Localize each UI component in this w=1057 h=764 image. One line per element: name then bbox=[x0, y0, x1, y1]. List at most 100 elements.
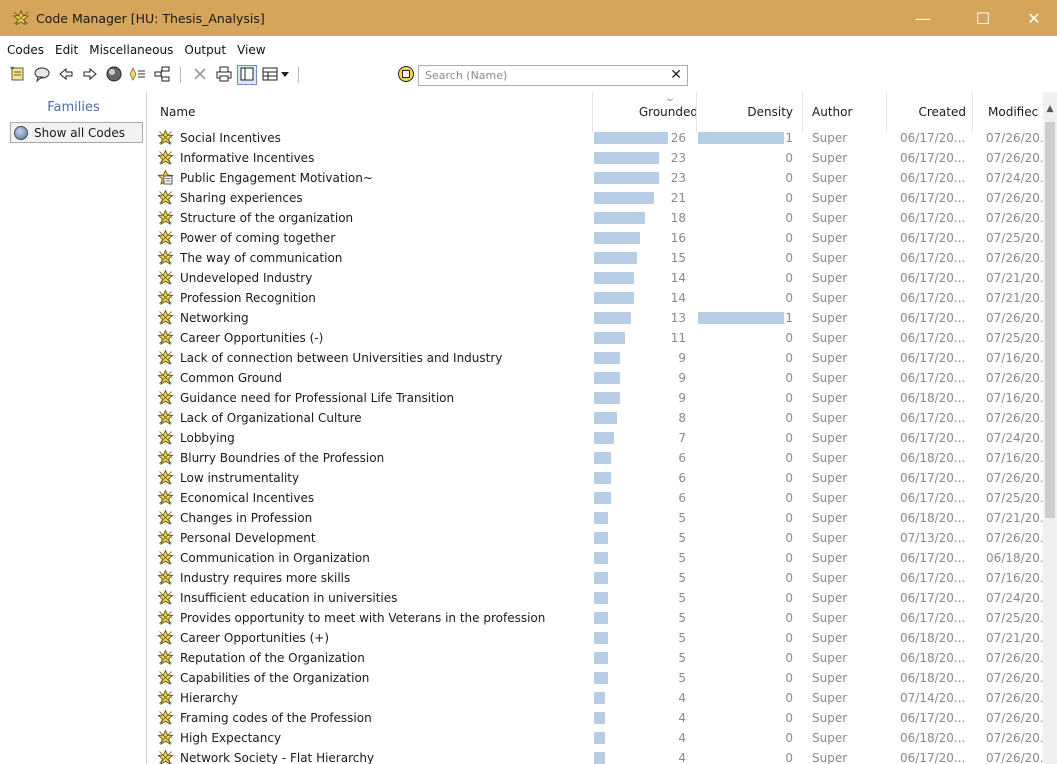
table-row[interactable]: Changes in Profession 5 0 Super 06/18/20... 0… bbox=[148, 508, 1051, 528]
view-dropdown-button[interactable] bbox=[278, 65, 292, 85]
column-header-name[interactable]: Name bbox=[160, 92, 195, 132]
filter-icon bbox=[129, 65, 147, 86]
new-code-button[interactable]: * bbox=[8, 65, 28, 85]
grounded-bar bbox=[594, 692, 605, 704]
table-view-button[interactable] bbox=[260, 65, 280, 85]
grounded-value: 5 bbox=[678, 591, 686, 605]
comment-button[interactable] bbox=[32, 65, 52, 85]
author-value: Super bbox=[812, 391, 848, 405]
created-value: 06/17/20... bbox=[900, 411, 966, 425]
grounded-bar bbox=[594, 712, 605, 724]
created-value: 06/18/20... bbox=[900, 631, 966, 645]
created-value: 06/17/20... bbox=[900, 291, 966, 305]
table-row[interactable]: Informative Incentives 23 0 Super 06/17/20..… bbox=[148, 148, 1051, 168]
density-value: 0 bbox=[785, 291, 793, 305]
menu-view[interactable]: View bbox=[237, 43, 265, 57]
code-name: Hierarchy bbox=[180, 691, 239, 705]
table-row[interactable]: Economical Incentives 6 0 Super 06/17/20... 0… bbox=[148, 488, 1051, 508]
code-name: Profession Recognition bbox=[180, 291, 316, 305]
column-header-density[interactable]: Density bbox=[728, 92, 793, 132]
code-filter-button[interactable] bbox=[396, 65, 416, 85]
author-value: Super bbox=[812, 671, 848, 685]
filter-button[interactable] bbox=[128, 65, 148, 85]
created-value: 06/17/20... bbox=[900, 571, 966, 585]
grounded-value: 5 bbox=[678, 531, 686, 545]
maximize-button[interactable]: ☐ bbox=[960, 0, 1006, 36]
grounded-bar bbox=[594, 652, 608, 664]
table-row[interactable]: Social Incentives 26 1 Super 06/17/20... 07/2… bbox=[148, 128, 1051, 148]
tree-button[interactable] bbox=[152, 65, 172, 85]
menu-edit[interactable]: Edit bbox=[55, 43, 78, 57]
created-value: 06/17/20... bbox=[900, 271, 966, 285]
table-row[interactable]: Capabilities of the Organization 5 0 Super 0… bbox=[148, 668, 1051, 688]
vertical-scrollbar[interactable]: ▲ bbox=[1043, 92, 1057, 764]
column-header-grounded[interactable]: Grounded bbox=[618, 92, 698, 132]
column-header-author[interactable]: Author bbox=[812, 92, 852, 132]
close-button[interactable]: ✕ bbox=[1011, 0, 1057, 36]
created-value: 06/17/20... bbox=[900, 751, 966, 764]
table-row[interactable]: The way of communication 15 0 Super 06/17/20… bbox=[148, 248, 1051, 268]
menu-output[interactable]: Output bbox=[184, 43, 226, 57]
scroll-up-icon[interactable]: ▲ bbox=[1043, 104, 1057, 118]
table-row[interactable]: Public Engagement Motivation~ 23 0 Super 06/… bbox=[148, 168, 1051, 188]
code-icon bbox=[157, 149, 174, 165]
table-row[interactable]: Network Society - Flat Hierarchy 4 0 Super 0… bbox=[148, 748, 1051, 764]
table-row[interactable]: Career Opportunities (+) 5 0 Super 06/18/20.… bbox=[148, 628, 1051, 648]
modified-value: 07/24/20... bbox=[986, 171, 1052, 185]
density-value: 0 bbox=[785, 671, 793, 685]
author-value: Super bbox=[812, 431, 848, 445]
show-all-codes-button[interactable]: Show all Codes bbox=[10, 122, 143, 143]
table-row[interactable]: Insufficient education in universities 5 0… bbox=[148, 588, 1051, 608]
back-button[interactable] bbox=[56, 65, 76, 85]
density-value: 0 bbox=[785, 631, 793, 645]
table-row[interactable]: Career Opportunities (-) 11 0 Super 06/17/20… bbox=[148, 328, 1051, 348]
modified-value: 07/25/20... bbox=[986, 331, 1052, 345]
column-header-created[interactable]: Created bbox=[900, 92, 967, 132]
clear-search-icon[interactable]: ✕ bbox=[670, 67, 682, 83]
table-row[interactable]: Guidance need for Professional Life Tran… bbox=[148, 388, 1051, 408]
modified-value: 07/26/20... bbox=[986, 371, 1052, 385]
column-header-modified[interactable]: Modifiec bbox=[988, 92, 1038, 132]
table-row[interactable]: Framing codes of the Profession 4 0 Super 06… bbox=[148, 708, 1051, 728]
author-value: Super bbox=[812, 131, 848, 145]
single-pane-button[interactable] bbox=[237, 65, 257, 85]
delete-button[interactable] bbox=[190, 65, 210, 85]
table-row[interactable]: Profession Recognition 14 0 Super 06/17/20..… bbox=[148, 288, 1051, 308]
table-row[interactable]: Blurry Boundries of the Profession 6 0 Supe… bbox=[148, 448, 1051, 468]
created-value: 06/17/20... bbox=[900, 151, 966, 165]
table-row[interactable]: Networking 13 1 Super 06/17/20... 07/26/20... bbox=[148, 308, 1051, 328]
table-row[interactable]: Power of coming together 16 0 Super 06/17/20… bbox=[148, 228, 1051, 248]
menu-codes[interactable]: Codes bbox=[7, 43, 44, 57]
table-row[interactable]: Reputation of the Organization 5 0 Super 06/… bbox=[148, 648, 1051, 668]
minimize-button[interactable]: — bbox=[900, 0, 946, 36]
density-value: 0 bbox=[785, 751, 793, 764]
table-row[interactable]: Low instrumentality 6 0 Super 06/17/20... 07/… bbox=[148, 468, 1051, 488]
table-row[interactable]: Lobbying 7 0 Super 06/17/20... 07/24/20... bbox=[148, 428, 1051, 448]
table-row[interactable]: Common Ground 9 0 Super 06/17/20... 07/26/20.… bbox=[148, 368, 1051, 388]
modified-value: 07/25/20... bbox=[986, 231, 1052, 245]
density-value: 0 bbox=[785, 231, 793, 245]
table-row[interactable]: Structure of the organization 18 0 Super 06/… bbox=[148, 208, 1051, 228]
table-row[interactable]: Undeveloped Industry 14 0 Super 06/17/20... 0… bbox=[148, 268, 1051, 288]
modified-value: 07/26/20... bbox=[986, 151, 1052, 165]
table-row[interactable]: Personal Development 5 0 Super 07/13/20... 07… bbox=[148, 528, 1051, 548]
code-name: Insufficient education in universities bbox=[180, 591, 398, 605]
menu-miscellaneous[interactable]: Miscellaneous bbox=[89, 43, 173, 57]
search-input[interactable] bbox=[425, 69, 645, 82]
network-button[interactable] bbox=[104, 65, 124, 85]
table-row[interactable]: Provides opportunity to meet with Vetera… bbox=[148, 608, 1051, 628]
table-row[interactable]: Lack of connection between Universities … bbox=[148, 348, 1051, 368]
forward-button[interactable] bbox=[80, 65, 100, 85]
grounded-value: 15 bbox=[670, 251, 686, 265]
table-row[interactable]: Communication in Organization 5 0 Super 06/1… bbox=[148, 548, 1051, 568]
table-row[interactable]: Lack of Organizational Culture 8 0 Super 06/… bbox=[148, 408, 1051, 428]
table-row[interactable]: High Expectancy 4 0 Super 06/18/20... 07/26/2… bbox=[148, 728, 1051, 748]
table-row[interactable]: Sharing experiences 21 0 Super 06/17/20... 07… bbox=[148, 188, 1051, 208]
table-row[interactable]: Hierarchy 4 0 Super 07/14/20... 07/26/20... bbox=[148, 688, 1051, 708]
print-button[interactable] bbox=[214, 65, 234, 85]
created-value: 07/13/20... bbox=[900, 531, 966, 545]
table-row[interactable]: Industry requires more skills 5 0 Super 06/1… bbox=[148, 568, 1051, 588]
code-icon bbox=[157, 429, 174, 445]
scroll-thumb[interactable] bbox=[1045, 122, 1055, 518]
density-value: 0 bbox=[785, 171, 793, 185]
